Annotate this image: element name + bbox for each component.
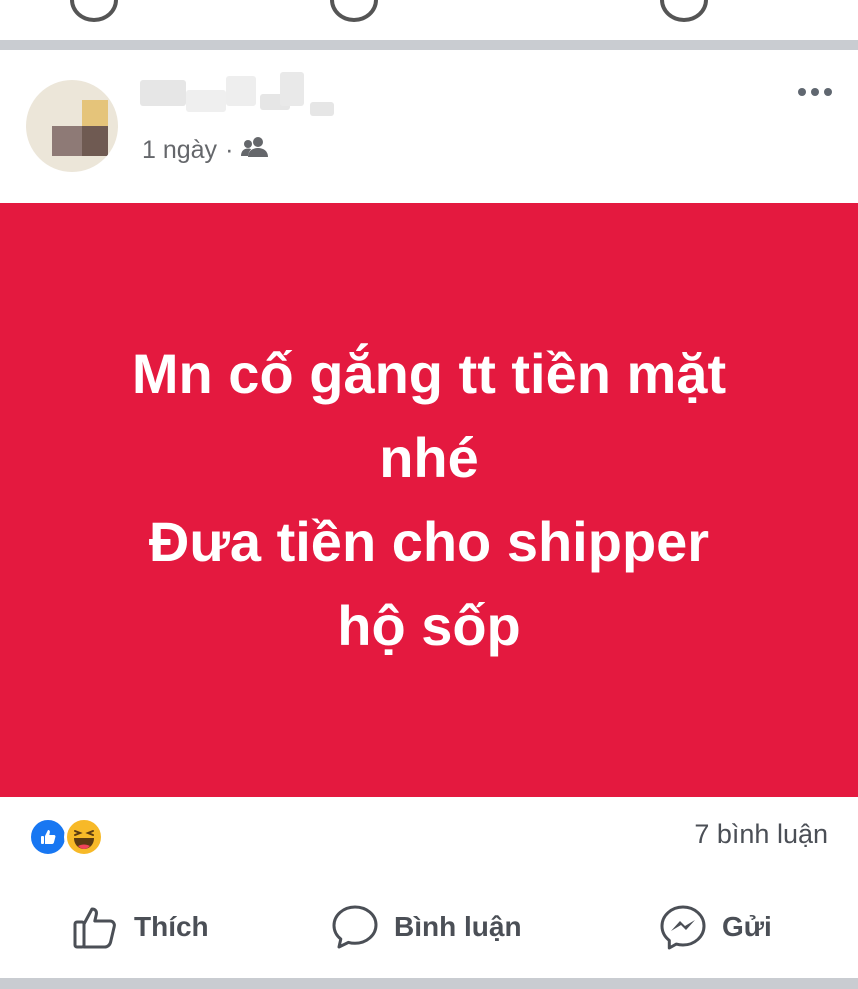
post-text-line: Mn cố gắng tt tiền mặt (131, 342, 727, 405)
friends-icon[interactable] (241, 136, 269, 165)
post-actions: Thích Bình luận Gửi (0, 900, 858, 954)
send-button[interactable]: Gửi (658, 900, 772, 954)
comment-label: Bình luận (394, 911, 522, 942)
previous-post-actions (0, 0, 858, 40)
feed-separator (0, 40, 858, 50)
like-label: Thích (134, 911, 209, 942)
more-icon[interactable] (798, 88, 832, 96)
previous-like-icon (70, 0, 118, 22)
post-meta: 1 ngày · (142, 136, 269, 165)
messenger-icon (660, 905, 706, 950)
meta-separator: · (225, 136, 234, 164)
comment-button[interactable]: Bình luận (330, 900, 522, 954)
thumbs-up-icon (73, 907, 116, 949)
author-name-blurred[interactable] (140, 72, 340, 118)
comment-icon (332, 905, 378, 949)
previous-comment-icon (330, 0, 378, 22)
post-text-card: Mn cố gắng tt tiền mặt nhé Đưa tiền cho … (0, 203, 858, 797)
post-time[interactable]: 1 ngày (142, 136, 217, 165)
feed-post: 1 ngày · Mn cố gắng tt tiền mặt nhé Đưa … (0, 50, 858, 978)
like-icon[interactable] (28, 817, 68, 857)
like-button[interactable]: Thích (72, 900, 209, 954)
send-label: Gửi (722, 911, 772, 942)
comment-count[interactable]: 7 bình luận (694, 819, 828, 850)
haha-icon[interactable] (64, 817, 104, 857)
reactions-bar: 7 bình luận (0, 815, 858, 859)
feed-separator (0, 978, 858, 989)
previous-share-icon (660, 0, 708, 22)
post-text-line: Đưa tiền cho shipper (148, 510, 710, 573)
post-text-line: hộ sốp (337, 594, 521, 657)
post-text-line: nhé (379, 426, 479, 489)
avatar[interactable] (26, 80, 118, 172)
post-text: Mn cố gắng tt tiền mặt nhé Đưa tiền cho … (49, 332, 809, 668)
